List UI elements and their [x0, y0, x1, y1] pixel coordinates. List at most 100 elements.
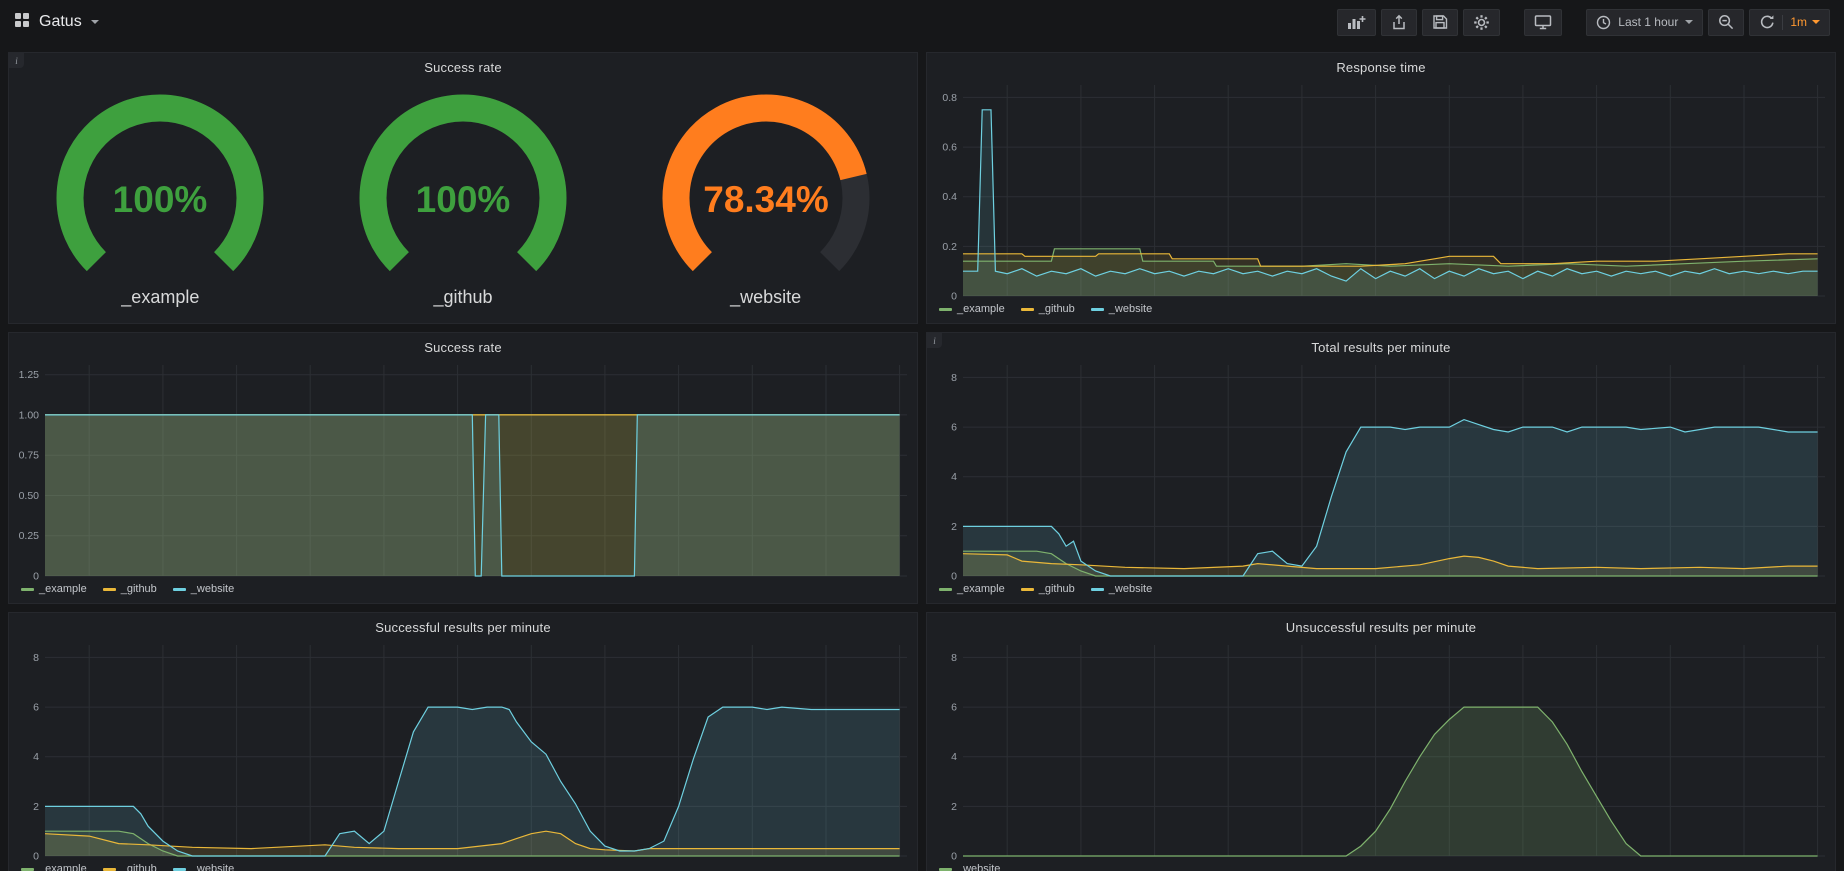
gauge-arc: 78.34%	[616, 82, 916, 287]
gauge-value: 100%	[113, 179, 208, 220]
svg-text:0: 0	[951, 291, 957, 303]
gauge-label: _website	[730, 287, 801, 308]
gauge-value: 100%	[416, 179, 511, 220]
svg-text:4: 4	[33, 751, 39, 763]
panel-title[interactable]: Unsuccessful results per minute	[927, 613, 1835, 638]
panel-title[interactable]: Total results per minute	[927, 333, 1835, 358]
share-icon	[1391, 14, 1407, 30]
dashboard-title[interactable]: Gatus	[39, 13, 82, 31]
legend-item-_github[interactable]: _github	[1021, 303, 1075, 315]
legend-label: _example	[957, 303, 1005, 315]
panel-info-icon[interactable]: i	[927, 333, 942, 348]
svg-text:11:30: 11:30	[1289, 580, 1315, 582]
share-button[interactable]	[1381, 9, 1417, 36]
legend-item-_website[interactable]: _website	[1091, 303, 1152, 315]
svg-text:0.6: 0.6	[942, 142, 957, 154]
unsuccessful-results-chart[interactable]: 0246811:1011:1511:2011:2511:3011:3511:40…	[927, 638, 1835, 862]
add-panel-button[interactable]	[1337, 9, 1376, 36]
gauge-group: 100% _example 100% _github 78.34% _websi…	[9, 78, 917, 323]
legend-label: _example	[957, 583, 1005, 595]
dashboard-grid-icon[interactable]	[14, 12, 30, 33]
svg-text:11:45: 11:45	[1510, 580, 1536, 582]
svg-text:12:05: 12:05	[886, 860, 912, 862]
chart-canvas[interactable]: 0246811:1011:1511:2011:2511:3011:3511:40…	[927, 638, 1835, 862]
chart-canvas[interactable]: 00.20.40.60.811:1011:1511:2011:2511:3011…	[927, 78, 1835, 302]
legend-item-_example[interactable]: _example	[21, 863, 87, 871]
legend-item-_example[interactable]: _example	[939, 303, 1005, 315]
svg-text:11:45: 11:45	[592, 860, 618, 862]
chart-canvas[interactable]: 0246811:1011:1511:2011:2511:3011:3511:40…	[9, 638, 917, 862]
response-time-chart[interactable]: 00.20.40.60.811:1011:1511:2011:2511:3011…	[927, 78, 1835, 302]
svg-text:11:15: 11:15	[1068, 580, 1094, 582]
svg-text:11:35: 11:35	[445, 860, 471, 862]
svg-text:11:20: 11:20	[1142, 300, 1168, 302]
svg-text:11:35: 11:35	[1363, 300, 1389, 302]
legend-item-_website[interactable]: _website	[1091, 583, 1152, 595]
total-results-chart[interactable]: 0246811:1011:1511:2011:2511:3011:3511:40…	[927, 358, 1835, 582]
svg-text:4: 4	[951, 471, 957, 483]
svg-text:11:15: 11:15	[1068, 860, 1094, 862]
gear-icon	[1473, 14, 1490, 31]
legend-label: _github	[1039, 583, 1075, 595]
svg-text:0.25: 0.25	[19, 530, 40, 542]
svg-text:1.25: 1.25	[19, 369, 40, 381]
legend-item-_example[interactable]: _example	[939, 583, 1005, 595]
svg-text:11:30: 11:30	[1289, 300, 1315, 302]
svg-text:11:15: 11:15	[150, 860, 176, 862]
panel-title[interactable]: Successful results per minute	[9, 613, 917, 638]
legend-item-_github[interactable]: _github	[103, 583, 157, 595]
svg-text:0.50: 0.50	[19, 490, 40, 502]
svg-text:11:25: 11:25	[1215, 300, 1241, 302]
svg-text:6: 6	[951, 422, 957, 434]
panel-title[interactable]: Success rate	[9, 53, 917, 78]
legend-item-_website[interactable]: _website	[173, 583, 234, 595]
chart-canvas[interactable]: 00.250.500.751.001.2511:1011:1511:2011:2…	[9, 358, 917, 582]
time-range-picker[interactable]: Last 1 hour	[1586, 9, 1703, 36]
svg-text:11:50: 11:50	[1584, 580, 1610, 582]
legend-item-_github[interactable]: _github	[1021, 583, 1075, 595]
legend-item-_website[interactable]: _website	[939, 863, 1000, 871]
svg-text:11:30: 11:30	[1289, 860, 1315, 862]
svg-text:11:10: 11:10	[994, 300, 1020, 302]
svg-text:11:25: 11:25	[297, 580, 323, 582]
dashboard-caret-icon[interactable]	[91, 20, 99, 24]
refresh-button[interactable]: 1m	[1749, 9, 1830, 36]
monitor-icon	[1534, 14, 1552, 30]
svg-text:2: 2	[951, 801, 957, 813]
successful-results-chart[interactable]: 0246811:1011:1511:2011:2511:3011:3511:40…	[9, 638, 917, 862]
panel-title[interactable]: Success rate	[9, 333, 917, 358]
refresh-interval-dropdown[interactable]: 1m	[1790, 15, 1820, 29]
gauge-arc: 100%	[10, 82, 310, 287]
panel-title[interactable]: Response time	[927, 53, 1835, 78]
settings-button[interactable]	[1463, 9, 1500, 36]
svg-text:11:35: 11:35	[445, 580, 471, 582]
legend-label: _github	[121, 583, 157, 595]
cycle-view-button[interactable]	[1524, 9, 1562, 36]
clock-icon	[1596, 15, 1611, 30]
legend-dash-icon	[21, 588, 34, 591]
save-button[interactable]	[1422, 9, 1458, 36]
panel-success-rate-gauges: i Success rate 100% _example 100% _githu…	[8, 52, 918, 324]
panel-success-rate-series: Success rate 00.250.500.751.001.2511:101…	[8, 332, 918, 604]
svg-text:6: 6	[951, 702, 957, 714]
svg-text:11:10: 11:10	[76, 580, 102, 582]
legend-dash-icon	[173, 588, 186, 591]
zoom-out-button[interactable]	[1708, 9, 1744, 36]
legend-label: _github	[1039, 303, 1075, 315]
chart-canvas[interactable]: 0246811:1011:1511:2011:2511:3011:3511:40…	[927, 358, 1835, 582]
legend-item-_example[interactable]: _example	[21, 583, 87, 595]
svg-text:11:40: 11:40	[1437, 300, 1463, 302]
success-rate-chart[interactable]: 00.250.500.751.001.2511:1011:1511:2011:2…	[9, 358, 917, 582]
legend-label: _website	[191, 863, 234, 871]
panel-info-icon[interactable]: i	[9, 53, 24, 68]
gauge-arc: 100%	[313, 82, 613, 287]
legend-dash-icon	[939, 588, 952, 591]
legend-item-_github[interactable]: _github	[103, 863, 157, 871]
gauge-label: _github	[433, 287, 492, 308]
panel-total-results: i Total results per minute 0246811:1011:…	[926, 332, 1836, 604]
legend-label: _website	[957, 863, 1000, 871]
legend-item-_website[interactable]: _website	[173, 863, 234, 871]
gauge-label: _example	[121, 287, 199, 308]
svg-text:12:00: 12:00	[813, 580, 839, 582]
svg-text:6: 6	[33, 702, 39, 714]
